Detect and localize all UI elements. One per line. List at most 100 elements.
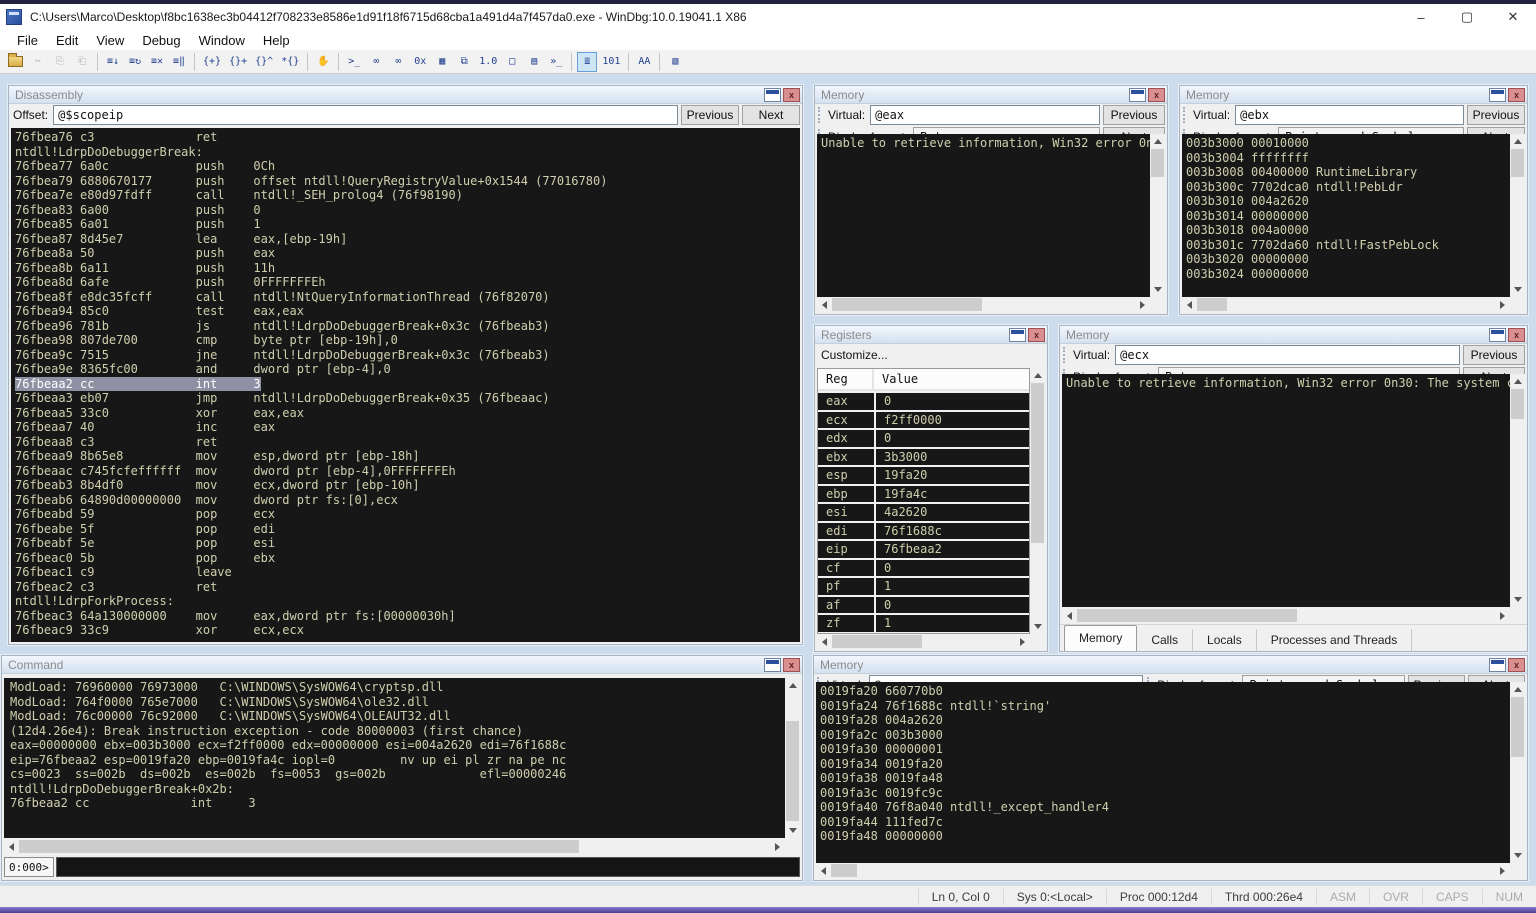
open-source-file-icon[interactable] [5,52,26,72]
register-row-edx[interactable]: edx0 [818,430,1029,447]
menu-item-debug[interactable]: Debug [133,31,189,50]
stop-debugging-icon[interactable]: ≡✕ [147,52,167,72]
register-row-eip[interactable]: eip76fbeaa2 [818,541,1029,558]
customize-link[interactable]: Customize... [815,344,1047,366]
asm-line[interactable]: 76fbeaa7 40 inc eax [15,420,796,435]
register-row-eax[interactable]: eax0 [818,393,1029,410]
run-to-cursor-icon[interactable]: *{} [278,52,302,72]
asm-line[interactable]: 76fbeaa3 eb07 jmp ntdll!LdrpDoDebuggerBr… [15,391,796,406]
asm-line[interactable]: 76fbeac1 c9 leave [15,565,796,580]
asm-line[interactable]: 76fbea94 85c0 test eax,eax [15,304,796,319]
register-row-esi[interactable]: esi4a2620 [818,504,1029,521]
register-row-ecx[interactable]: ecxf2ff0000 [818,412,1029,429]
menu-item-window[interactable]: Window [190,31,254,50]
asm-line[interactable]: ntdll!LdrpForkProcess: [15,594,796,609]
break-icon[interactable]: ≡‖ [169,52,189,72]
asm-line[interactable]: 76fbea87 8d45e7 lea eax,[ebp-19h] [15,232,796,247]
asm-line[interactable]: 76fbeac0 5b pop ebx [15,551,796,566]
tab-calls[interactable]: Calls [1137,629,1193,651]
asm-line[interactable]: 76fbea83 6a00 push 0 [15,203,796,218]
tab-processes-and-threads[interactable]: Processes and Threads [1257,629,1413,651]
close-button[interactable]: ✕ [1490,4,1536,30]
asm-line[interactable]: 76fbeaa9 8b65e8 mov esp,dword ptr [ebp-1… [15,449,796,464]
command-input[interactable] [56,857,800,877]
close-icon[interactable]: x [1508,88,1525,102]
next-button[interactable]: Next [742,105,800,125]
drag-grip-icon[interactable] [818,107,822,123]
locals-window-icon[interactable]: ∞ [388,52,408,72]
horizontal-scrollbar[interactable] [1182,297,1510,312]
close-icon[interactable]: x [1028,328,1045,342]
watch-window-icon[interactable]: ∞ [366,52,386,72]
dock-icon[interactable] [1129,88,1146,102]
drag-grip-icon[interactable] [1063,347,1067,363]
close-icon[interactable]: x [783,88,800,102]
breakpoint-hand-icon[interactable]: ✋ [313,52,333,72]
minimize-button[interactable]: – [1398,4,1444,30]
step-into-icon[interactable]: {+} [200,52,224,72]
register-row-cf[interactable]: cf0 [818,560,1029,577]
register-row-esp[interactable]: esp19fa20 [818,467,1029,484]
previous-button[interactable]: Previous [1103,105,1165,125]
close-icon[interactable]: x [783,658,800,672]
horizontal-scrollbar[interactable] [817,634,1030,649]
asm-line[interactable]: ntdll!LdrpDoDebuggerBreak: [15,145,796,160]
vertical-scrollbar[interactable] [1510,374,1525,607]
asm-line[interactable]: 76fbeaac c745fcfeffffff mov dword ptr [e… [15,464,796,479]
dock-icon[interactable] [1489,88,1506,102]
registers-window-icon[interactable]: 0x [410,52,430,72]
register-row-zf[interactable]: zf1 [818,615,1029,632]
scripts-window-icon[interactable]: »_ [546,52,566,72]
asm-line[interactable]: 76fbea98 807de700 cmp byte ptr [ebp-19h]… [15,333,796,348]
vertical-scrollbar[interactable] [1510,134,1525,297]
menu-item-file[interactable]: File [8,31,47,50]
horizontal-scrollbar[interactable] [817,297,1150,312]
asm-line[interactable]: 76fbeac3 64a130000000 mov eax,dword ptr … [15,609,796,624]
disassembly-window-icon[interactable]: ▤ [524,52,544,72]
assembly-mode-icon[interactable]: 101 [599,52,623,72]
previous-button[interactable]: Previous [1467,105,1525,125]
dock-icon[interactable] [1009,328,1026,342]
previous-button[interactable]: Previous [681,105,739,125]
dock-icon[interactable] [1489,328,1506,342]
previous-button[interactable]: Previous [1463,345,1525,365]
source-mode-on-icon[interactable]: ≣ [577,52,597,72]
register-row-edi[interactable]: edi76f1688c [818,523,1029,540]
go-icon[interactable]: ≡↓ [103,52,123,72]
restart-icon[interactable]: ≡↻ [125,52,145,72]
drag-grip-icon[interactable] [1183,107,1187,123]
asm-line[interactable]: 76fbea8f e8dc35fcff call ntdll!NtQueryIn… [15,290,796,305]
menu-item-view[interactable]: View [87,31,133,50]
asm-line[interactable]: 76fbea9e 8365fc00 and dword ptr [ebp-4],… [15,362,796,377]
register-row-pf[interactable]: pf1 [818,578,1029,595]
options-icon[interactable]: ▧ [665,52,685,72]
virtual-address-input[interactable] [870,105,1100,125]
dock-icon[interactable] [764,88,781,102]
asm-line[interactable]: 76fbeab3 8b4df0 mov ecx,dword ptr [ebp-1… [15,478,796,493]
asm-line[interactable]: 76fbea76 c3 ret [15,130,796,145]
close-icon[interactable]: x [1508,658,1525,672]
asm-line[interactable]: 76fbea8d 6afe push 0FFFFFFFEh [15,275,796,290]
offset-input[interactable] [53,105,678,125]
register-row-ebp[interactable]: ebp19fa4c [818,486,1029,503]
horizontal-scrollbar[interactable] [4,839,785,854]
asm-line[interactable]: 76fbea8a 50 push eax [15,246,796,261]
tab-memory[interactable]: Memory [1064,625,1137,651]
close-icon[interactable]: x [1148,88,1165,102]
asm-line[interactable]: 76fbea96 781b js ntdll!LdrpDoDebuggerBre… [15,319,796,334]
menu-item-edit[interactable]: Edit [47,31,87,50]
asm-line[interactable]: 76fbea7e e80d97fdff call ntdll!_SEH_prol… [15,188,796,203]
close-icon[interactable]: x [1508,328,1525,342]
horizontal-scrollbar[interactable] [1062,608,1510,623]
step-out-icon[interactable]: {}^ [252,52,276,72]
virtual-address-input[interactable] [1115,345,1460,365]
register-row-ebx[interactable]: ebx3b3000 [818,449,1029,466]
virtual-address-input[interactable] [1235,105,1464,125]
dock-icon[interactable] [1489,658,1506,672]
scratch-pad-icon[interactable]: □ [502,52,522,72]
asm-line[interactable]: 76fbea85 6a01 push 1 [15,217,796,232]
asm-line[interactable]: 76fbea77 6a0c push 0Ch [15,159,796,174]
step-over-icon[interactable]: {}+ [226,52,250,72]
asm-line-current[interactable]: 76fbeaa2 cc int 3 [15,377,796,392]
command-window-icon[interactable]: >_ [344,52,364,72]
